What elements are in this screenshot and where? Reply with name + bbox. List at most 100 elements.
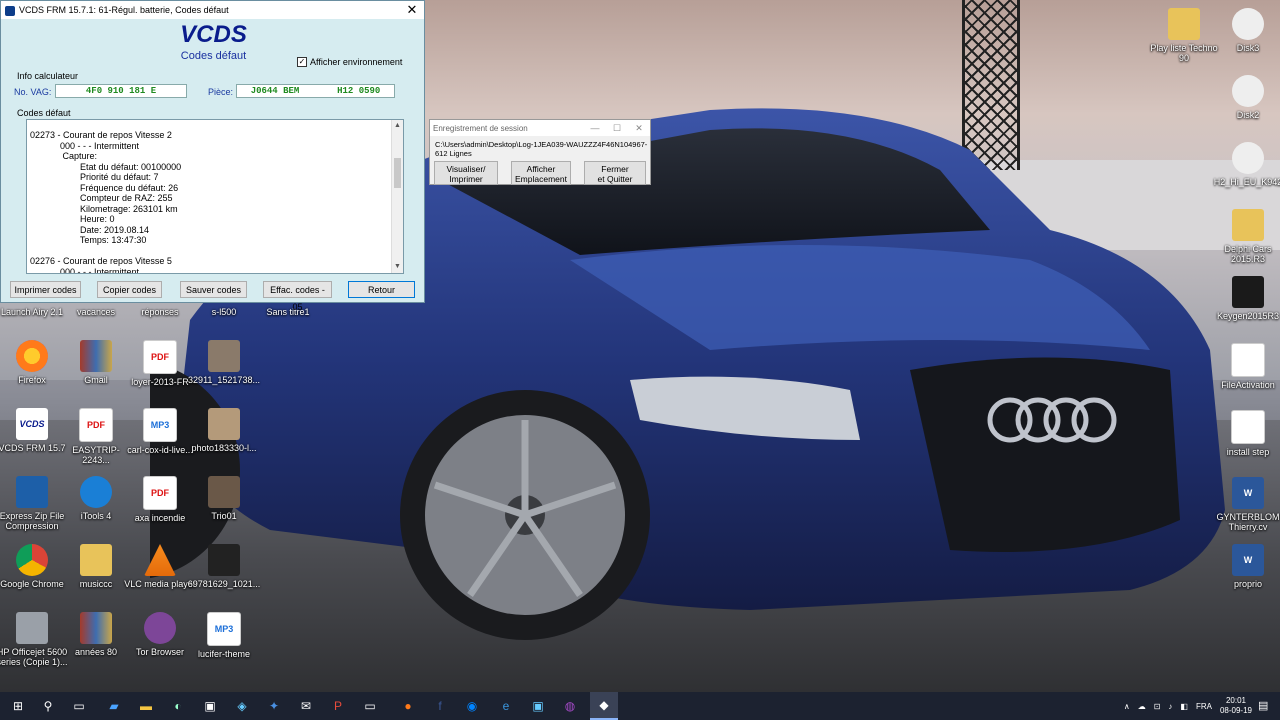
messenger-icon[interactable]: ◉ bbox=[463, 697, 481, 715]
desktop-icon-itools[interactable]: iTools 4 bbox=[59, 476, 133, 521]
desktop-icon-tor[interactable]: Tor Browser bbox=[123, 612, 197, 657]
desktop-icon-fileactivation[interactable]: FileActivation bbox=[1211, 343, 1280, 390]
icon-label: Gmail bbox=[84, 375, 108, 385]
desktop-icon-proprio[interactable]: Wproprio bbox=[1211, 544, 1280, 589]
session-log-window: Enregistrement de session — ☐ ✕ C:\Users… bbox=[429, 119, 651, 185]
log-titlebar[interactable]: Enregistrement de session — ☐ ✕ bbox=[430, 120, 650, 136]
edge-icon[interactable]: e bbox=[497, 697, 515, 715]
fault-codes-text: 02273 - Courant de repos Vitesse 2 000 -… bbox=[30, 130, 182, 274]
maximize-icon[interactable]: ☐ bbox=[606, 123, 628, 134]
desktop-icon-loyer[interactable]: PDF loyer-2013-FR bbox=[123, 340, 197, 387]
retour-button[interactable]: Retour bbox=[348, 281, 415, 298]
printer-icon bbox=[16, 612, 48, 644]
fault-codes-list[interactable]: 02273 - Courant de repos Vitesse 2 000 -… bbox=[26, 119, 404, 274]
log-line-count: 612 Lignes bbox=[435, 149, 472, 158]
desktop-icon-easytrip[interactable]: PDF EASYTRIP-2243... bbox=[59, 408, 133, 465]
clock[interactable]: 20:01 08-09-19 bbox=[1220, 696, 1252, 716]
icon-label: loyer-2013-FR bbox=[131, 377, 189, 387]
log-path: C:\Users\admin\Desktop\Log-1JEA039-WAUZZ… bbox=[435, 140, 647, 149]
mail-app-icon[interactable]: ▰ bbox=[105, 697, 123, 715]
desktop-icon-lucifer[interactable]: MP3 lucifer-theme bbox=[187, 612, 261, 659]
visualiser-imprimer-button[interactable]: Visualiser/ Imprimer bbox=[434, 161, 498, 185]
language-indicator[interactable]: FRA bbox=[1196, 702, 1212, 711]
dropbox-icon[interactable]: ✦ bbox=[265, 697, 283, 715]
desktop-icon-disk2[interactable]: Disk2 bbox=[1211, 75, 1280, 120]
desktop-icon-annees-80[interactable]: années 80 bbox=[59, 612, 133, 657]
app-icon[interactable]: ◐ bbox=[169, 697, 187, 715]
icon-label: H2_Hi_EU_K942 bbox=[1213, 177, 1280, 187]
no-vag-label: No. VAG: bbox=[14, 87, 52, 97]
desktop-icon-carl-cox[interactable]: MP3 carl-cox-id-live... bbox=[123, 408, 197, 455]
facebook-icon[interactable]: f bbox=[431, 697, 449, 715]
desktop-icon-disk3[interactable]: Disk3 bbox=[1211, 8, 1280, 53]
store-icon[interactable]: ▣ bbox=[201, 697, 219, 715]
scroll-up-icon[interactable]: ▲ bbox=[392, 121, 403, 132]
afficher-environnement-checkbox[interactable]: ✓ Afficher environnement bbox=[297, 57, 402, 67]
mail-icon[interactable]: ✉ bbox=[297, 697, 315, 715]
text-file-icon bbox=[1231, 410, 1265, 444]
folder-icon bbox=[1168, 8, 1200, 40]
desktop-icon-play-liste[interactable]: Play liste Techno 90 bbox=[1147, 8, 1221, 63]
network-icon[interactable]: ⊡ bbox=[1154, 702, 1161, 711]
task-view-icon[interactable]: ▭ bbox=[70, 697, 88, 715]
desktop-icon-musiccc[interactable]: musiccc bbox=[59, 544, 133, 589]
icon-label: musiccc bbox=[79, 579, 113, 589]
desktop-icon-install-step[interactable]: install step bbox=[1211, 410, 1280, 457]
desktop-icon-s-l500[interactable]: s-l500 bbox=[187, 307, 261, 317]
pdf-app-icon[interactable]: P bbox=[329, 697, 347, 715]
security-icon[interactable]: ◧ bbox=[1180, 702, 1188, 711]
close-icon[interactable]: ✕ bbox=[628, 123, 650, 134]
fermer-quitter-button[interactable]: Fermer et Quitter bbox=[584, 161, 646, 185]
vcds-taskbar-icon[interactable]: ◆ bbox=[590, 692, 618, 720]
desktop-icon-axa[interactable]: PDF axa incendie bbox=[123, 476, 197, 523]
imprimer-codes-button[interactable]: Imprimer codes bbox=[10, 281, 81, 298]
desktop-icon-h2[interactable]: H2_Hi_EU_K942 bbox=[1211, 142, 1280, 187]
icon-label: lucifer-theme bbox=[197, 649, 251, 659]
folder-icon[interactable]: ▭ bbox=[361, 697, 379, 715]
desktop-icon-reponses[interactable]: réponses bbox=[123, 307, 197, 317]
desktop-icon-vlc[interactable]: VLC media player bbox=[123, 544, 197, 589]
windows-start-icon[interactable]: ⊞ bbox=[9, 697, 27, 715]
desktop-icon-32911[interactable]: 32911_1521738... bbox=[187, 340, 261, 385]
codes-scrollbar[interactable]: ▲ ▼ bbox=[391, 120, 403, 273]
file-icon bbox=[1231, 343, 1265, 377]
file-explorer-icon[interactable]: ▬ bbox=[137, 697, 155, 715]
itools-icon bbox=[80, 476, 112, 508]
tor-taskbar-icon[interactable]: ◍ bbox=[561, 697, 579, 715]
icon-label: vacances bbox=[76, 307, 116, 317]
scrollbar-thumb[interactable] bbox=[394, 158, 401, 188]
icon-label: Play liste Techno 90 bbox=[1150, 43, 1218, 63]
desktop-icon-delphi[interactable]: Delphi Cars 2015.R3 bbox=[1211, 209, 1280, 264]
minimize-icon[interactable]: — bbox=[584, 123, 606, 133]
vcds-titlebar[interactable]: VCDS FRM 15.7.1: 61-Régul. batterie, Cod… bbox=[1, 1, 424, 19]
close-icon[interactable]: ✕ bbox=[400, 2, 424, 18]
desktop-icon-keygen[interactable]: Keygen2015R3 bbox=[1211, 276, 1280, 321]
cloud-icon[interactable]: ☁ bbox=[1138, 702, 1146, 711]
search-icon[interactable]: ⚲ bbox=[39, 697, 57, 715]
desktop-icon-gynterblom[interactable]: W GYNTERBLOM Thierry.cv bbox=[1211, 477, 1280, 532]
desktop-icon-photo[interactable]: photo183330-l... bbox=[187, 408, 261, 453]
desktop-icon-trio[interactable]: Trio01 bbox=[187, 476, 261, 521]
afficher-emplacement-button[interactable]: Afficher Emplacement bbox=[511, 161, 571, 185]
button-label-line1: Fermer bbox=[601, 164, 629, 174]
notifications-icon[interactable]: ▤ bbox=[1258, 699, 1272, 713]
desktop-icon-vacances[interactable]: vacances bbox=[59, 307, 133, 317]
desktop-icon-gmail[interactable]: Gmail bbox=[59, 340, 133, 385]
image-thumbnail-icon bbox=[208, 476, 240, 508]
copier-codes-button[interactable]: Copier codes bbox=[97, 281, 162, 298]
no-vag-field: 4F0 910 181 E bbox=[55, 84, 187, 98]
network-app-icon[interactable]: ◈ bbox=[233, 697, 251, 715]
window-app-icon[interactable]: ▣ bbox=[529, 697, 547, 715]
icon-label: années 80 bbox=[74, 647, 118, 657]
chevron-up-icon[interactable]: ∧ bbox=[1124, 702, 1130, 711]
effac-codes-button[interactable]: Effac. codes - 05 bbox=[263, 281, 332, 312]
volume-icon[interactable]: ♪ bbox=[1168, 702, 1172, 711]
scroll-down-icon[interactable]: ▼ bbox=[392, 262, 403, 273]
desktop-icon-69781629[interactable]: 69781629_1021... bbox=[187, 544, 261, 589]
firefox-taskbar-icon[interactable]: ● bbox=[399, 697, 417, 715]
icon-label: 69781629_1021... bbox=[187, 579, 261, 589]
info-calculateur-label: Info calculateur bbox=[17, 71, 79, 81]
icon-label: s-l500 bbox=[211, 307, 237, 317]
sauver-codes-button[interactable]: Sauver codes bbox=[180, 281, 247, 298]
desktop-icon-sans-titre[interactable]: Sans titre1 bbox=[251, 307, 325, 317]
